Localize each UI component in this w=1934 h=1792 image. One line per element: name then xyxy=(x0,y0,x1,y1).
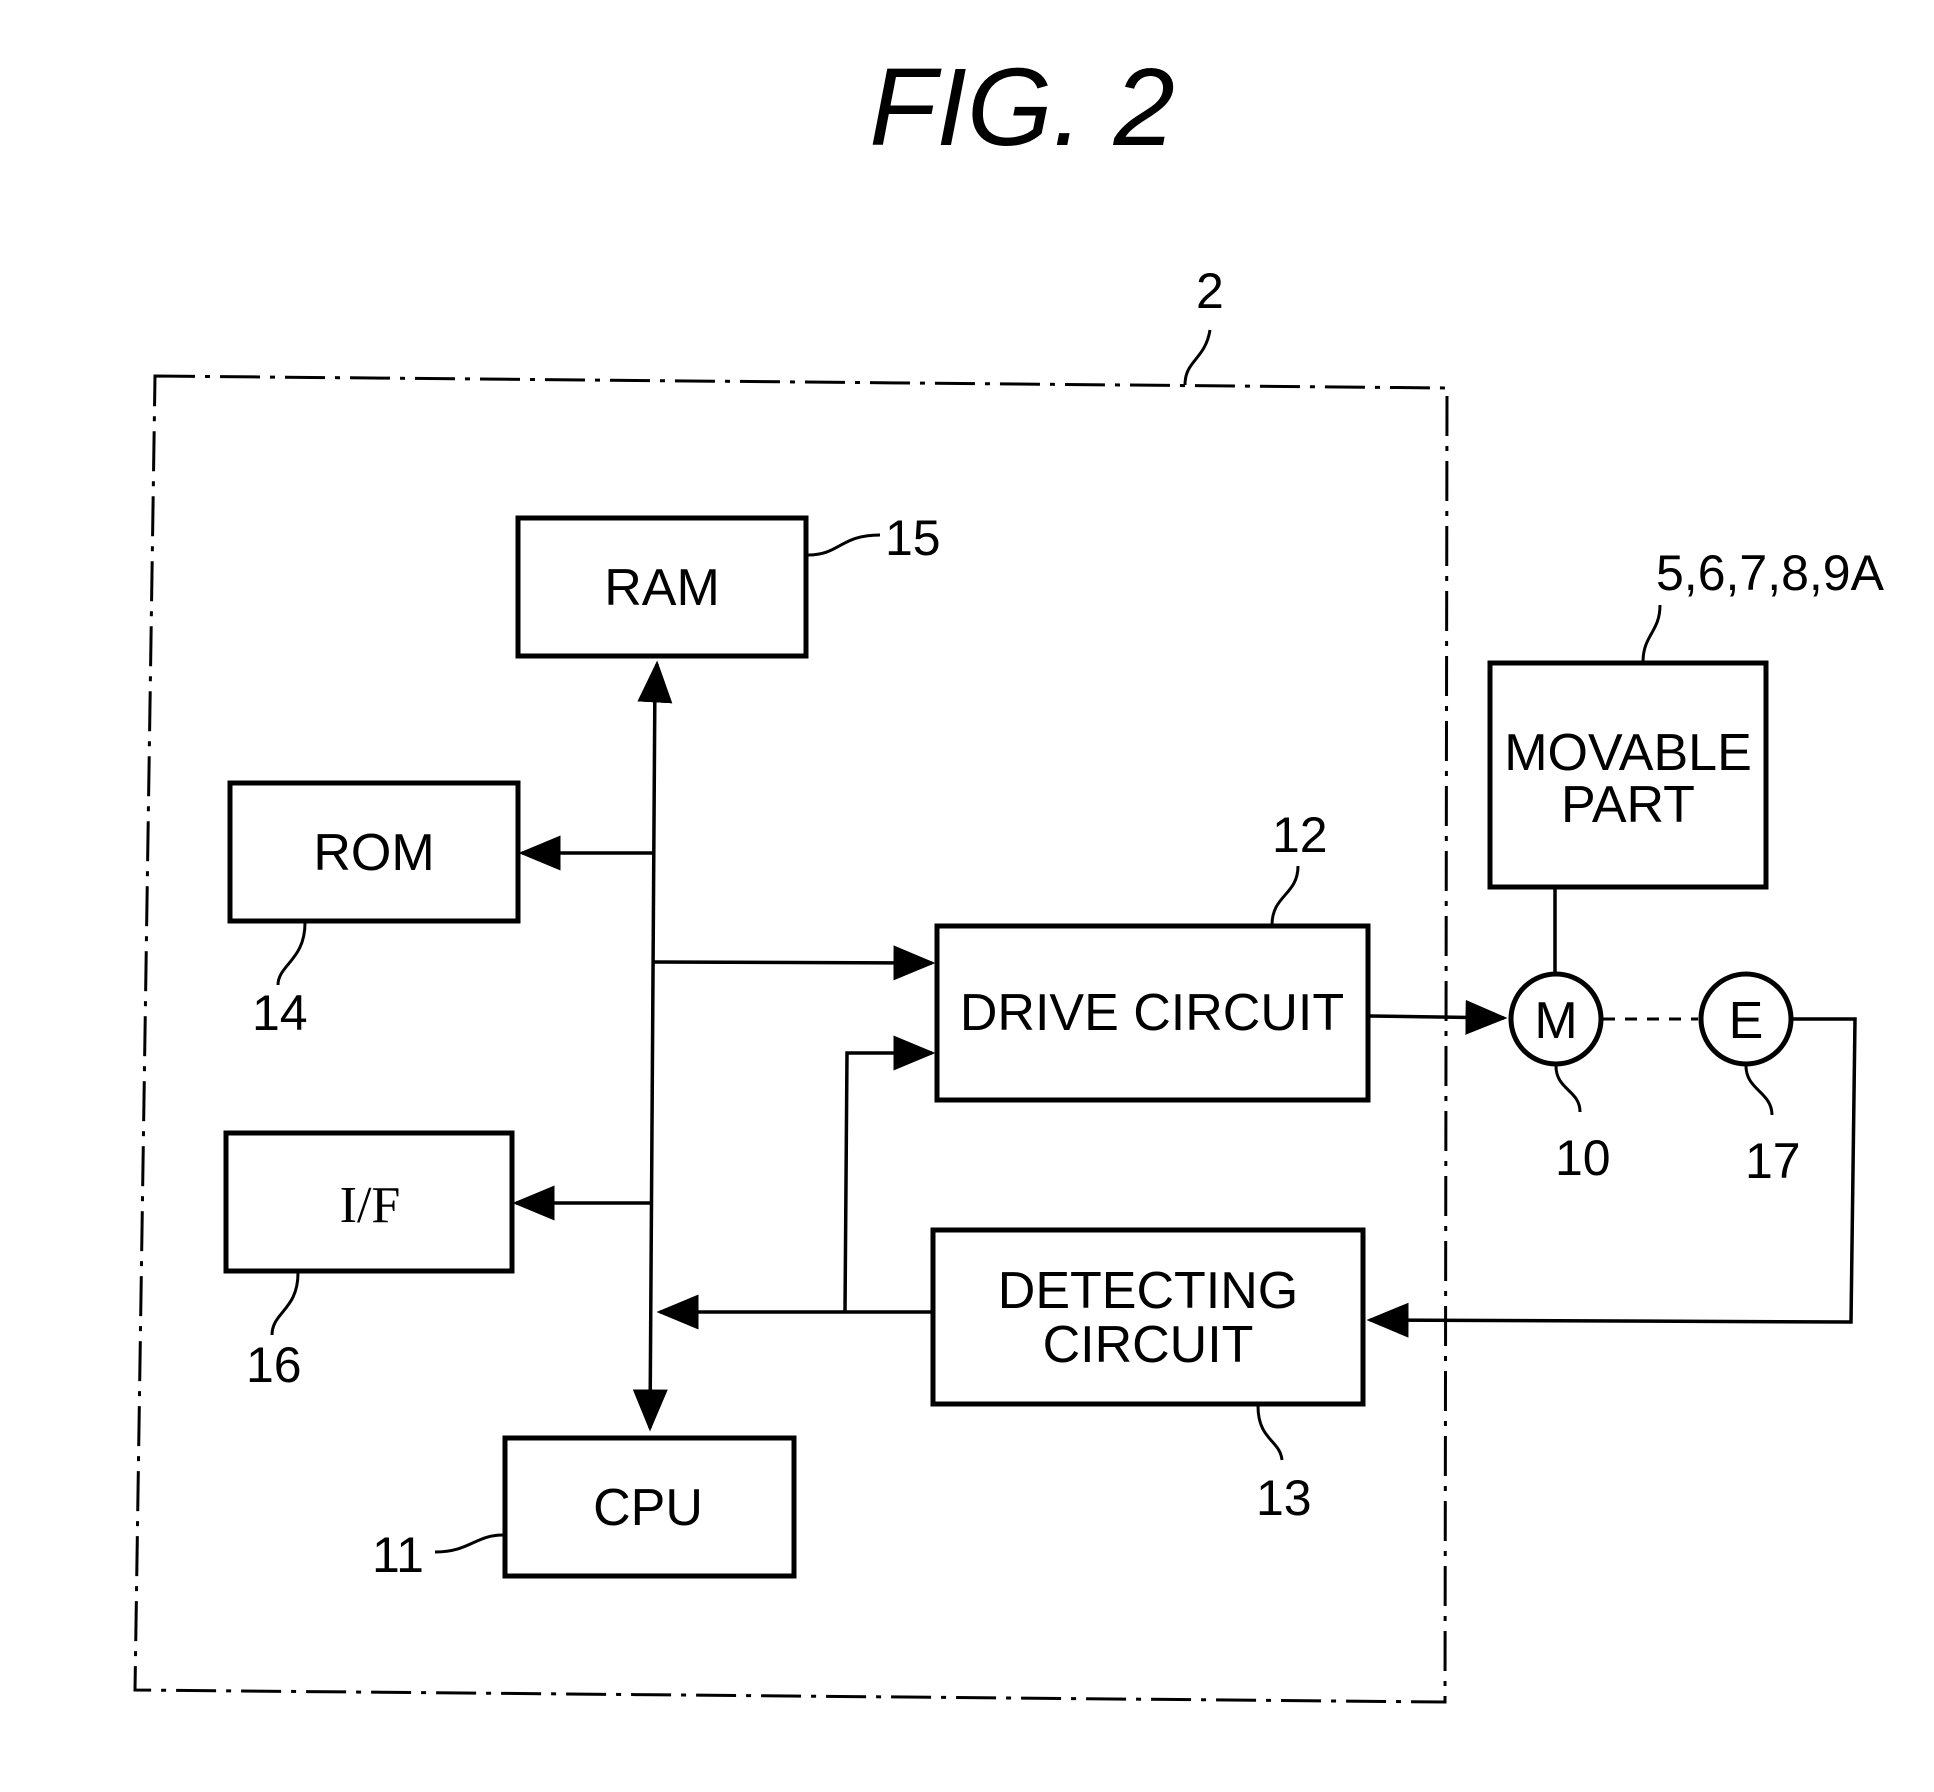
motor-symbol: M xyxy=(1534,992,1577,1050)
interface-block[interactable]: I/F xyxy=(223,1130,515,1274)
rom-block[interactable]: ROM xyxy=(227,780,521,924)
system-bus xyxy=(632,671,668,1432)
ram-block[interactable]: RAM xyxy=(515,515,809,659)
drive-circuit-leader xyxy=(1270,865,1300,926)
ram-ref: 15 xyxy=(885,510,941,566)
cpu-block[interactable]: CPU xyxy=(502,1435,797,1579)
movable-part-label-line1: MOVABLE xyxy=(1504,724,1752,782)
cpu-ref: 11 xyxy=(372,1527,424,1583)
movable-part-block[interactable]: MOVABLE PART xyxy=(1487,660,1769,890)
controller-leader xyxy=(1183,329,1212,386)
detecting-circuit-label-line1: DETECTING xyxy=(998,1262,1298,1320)
encoder-symbol: E xyxy=(1729,992,1764,1050)
movable-part-label-line2: PART xyxy=(1561,776,1695,834)
encoder[interactable]: E xyxy=(1698,971,1794,1067)
drive-circuit-label: DRIVE CIRCUIT xyxy=(960,984,1344,1042)
detecting-to-drive-circuit xyxy=(843,1035,936,1313)
motor-leader xyxy=(1554,1065,1582,1113)
drive-circuit-block[interactable]: DRIVE CIRCUIT xyxy=(934,923,1371,1103)
detecting-circuit-label-line2: CIRCUIT xyxy=(1043,1316,1254,1374)
interface-ref: 16 xyxy=(246,1337,302,1393)
drive-to-motor xyxy=(1369,999,1508,1035)
ram-label: RAM xyxy=(604,559,720,617)
ram-leader xyxy=(807,533,881,557)
rom-label: ROM xyxy=(313,824,434,882)
figure-title: FIG. 2 xyxy=(869,46,1175,169)
bus-to-drive-circuit xyxy=(653,945,936,981)
block-diagram: FIG. 2 2 RAM 15 ROM 14 I/F 16 CPU 11 DRI… xyxy=(133,46,1885,1704)
rom-ref: 14 xyxy=(252,985,308,1041)
detecting-circuit-leader xyxy=(1256,1405,1284,1461)
detecting-circuit-block[interactable]: DETECTING CIRCUIT xyxy=(930,1227,1366,1407)
interface-leader xyxy=(270,1272,300,1336)
movable-part-leader xyxy=(1641,604,1662,663)
drive-circuit-ref: 12 xyxy=(1272,807,1328,863)
encoder-ref: 17 xyxy=(1745,1133,1801,1189)
bus-to-ram xyxy=(637,660,673,704)
detecting-circuit-ref: 13 xyxy=(1256,1470,1312,1526)
interface-label: I/F xyxy=(340,1177,401,1234)
cpu-leader xyxy=(434,1533,504,1554)
rom-leader xyxy=(276,922,307,986)
controller-ref: 2 xyxy=(1196,263,1224,319)
cpu-label: CPU xyxy=(593,1479,703,1537)
movable-part-ref: 5,6,7,8,9A xyxy=(1656,545,1885,601)
motor[interactable]: M xyxy=(1508,971,1604,1067)
motor-ref: 10 xyxy=(1555,1130,1611,1186)
encoder-leader xyxy=(1744,1065,1774,1116)
